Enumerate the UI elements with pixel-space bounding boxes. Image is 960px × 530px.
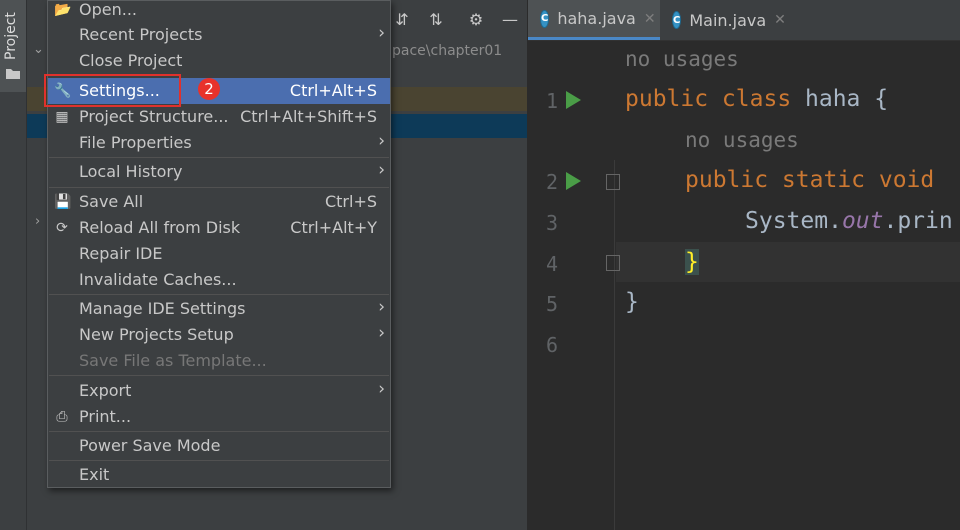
project-tool-tab-label: Project <box>3 12 19 60</box>
tab-label: Main.java <box>689 10 767 30</box>
editor-tab-bar: C haha.java ✕ C Main.java ✕ <box>528 0 960 41</box>
menu-item-open[interactable]: 📂 Open... <box>48 0 390 23</box>
menu-item-power-save-mode[interactable]: Power Save Mode <box>48 433 390 459</box>
line-number: 3 <box>545 211 558 235</box>
menu-item-reload-all[interactable]: ⟳ Reload All from Disk Ctrl+Alt+Y <box>48 215 390 241</box>
chevron-right-icon: › <box>378 379 385 399</box>
menu-item-manage-ide-settings[interactable]: Manage IDE Settings › <box>48 296 390 322</box>
chevron-down-icon[interactable]: ⌄ <box>33 42 44 57</box>
menu-item-invalidate-caches[interactable]: Invalidate Caches... <box>48 267 390 293</box>
tab-haha-java[interactable]: C haha.java ✕ <box>528 0 660 40</box>
tab-main-java[interactable]: C Main.java ✕ <box>660 0 790 40</box>
inlay-hint: no usages <box>685 128 799 152</box>
chevron-right-icon: › <box>378 131 385 151</box>
menu-item-project-structure[interactable]: ▦ Project Structure... Ctrl+Alt+Shift+S <box>48 104 390 130</box>
chevron-right-icon: › <box>378 23 385 43</box>
folder-icon <box>6 69 20 79</box>
collapse-all-icon[interactable]: ⇅ <box>427 11 445 29</box>
java-class-icon: C <box>672 11 682 29</box>
menu-item-close-project[interactable]: Close Project <box>48 48 390 74</box>
run-icon[interactable] <box>566 172 581 190</box>
code-line-4[interactable]: } <box>685 249 699 275</box>
line-number: 2 <box>545 170 558 194</box>
gear-icon[interactable]: ⚙ <box>467 11 485 29</box>
close-icon[interactable]: ✕ <box>774 12 786 28</box>
chevron-right-icon: › <box>378 160 385 180</box>
close-icon[interactable]: ✕ <box>644 11 656 27</box>
fold-marker-icon[interactable] <box>606 174 620 190</box>
menu-item-new-projects-setup[interactable]: New Projects Setup › <box>48 322 390 348</box>
fold-marker-icon[interactable] <box>606 255 620 271</box>
menu-item-file-properties[interactable]: File Properties › <box>48 130 390 156</box>
run-icon[interactable] <box>566 91 581 109</box>
chevron-right-icon: › <box>378 323 385 343</box>
menu-separator <box>49 460 389 461</box>
menu-separator <box>49 375 389 376</box>
line-number: 4 <box>545 252 558 276</box>
expand-all-icon[interactable]: ⇵ <box>393 11 411 29</box>
print-icon: ⎙ <box>56 409 68 425</box>
line-number: 6 <box>545 333 558 357</box>
chevron-right-icon[interactable]: › <box>35 214 40 229</box>
java-class-icon: C <box>540 9 550 28</box>
menu-item-save-as-template: Save File as Template... <box>79 351 267 370</box>
menu-item-save-all[interactable]: 💾 Save All Ctrl+S <box>48 189 390 215</box>
menu-separator <box>49 157 389 158</box>
minimize-icon[interactable]: — <box>501 11 519 29</box>
menu-separator <box>49 187 389 188</box>
menu-separator <box>49 431 389 432</box>
menu-item-repair-ide[interactable]: Repair IDE <box>48 241 390 267</box>
project-root-path: pace\chapter01 <box>392 43 503 59</box>
step-number-badge: 2 <box>198 78 220 100</box>
line-number: 1 <box>545 89 558 113</box>
menu-item-export[interactable]: Export › <box>48 378 390 404</box>
menu-item-local-history[interactable]: Local History › <box>48 159 390 185</box>
reload-icon: ⟳ <box>56 220 68 236</box>
menu-item-print[interactable]: ⎙ Print... <box>48 404 390 430</box>
project-tool-tab[interactable]: Project <box>0 0 26 92</box>
code-line-2[interactable]: public static void <box>685 167 934 193</box>
tool-window-strip: Project <box>0 0 27 530</box>
menu-separator <box>49 294 389 295</box>
code-line-5[interactable]: } <box>625 289 639 315</box>
code-line-3[interactable]: System.out.prin <box>745 208 953 234</box>
code-line-1[interactable]: public class haha { <box>625 86 888 112</box>
menu-item-recent-projects[interactable]: Recent Projects › <box>48 22 390 48</box>
save-icon: 💾 <box>54 194 72 210</box>
code-editor[interactable]: C haha.java ✕ C Main.java ✕ 1 2 3 4 5 6 … <box>528 0 960 530</box>
folder-open-icon: 📂 <box>54 2 72 18</box>
current-line-highlight <box>616 242 960 282</box>
annotation-highlight-box <box>44 74 181 107</box>
tab-label: haha.java <box>557 9 636 28</box>
gutter-divider <box>614 160 615 530</box>
menu-item-exit[interactable]: Exit <box>48 462 390 488</box>
project-structure-icon: ▦ <box>55 109 69 125</box>
chevron-right-icon: › <box>378 297 385 317</box>
line-number: 5 <box>545 292 558 316</box>
inlay-hint: no usages <box>625 47 739 71</box>
